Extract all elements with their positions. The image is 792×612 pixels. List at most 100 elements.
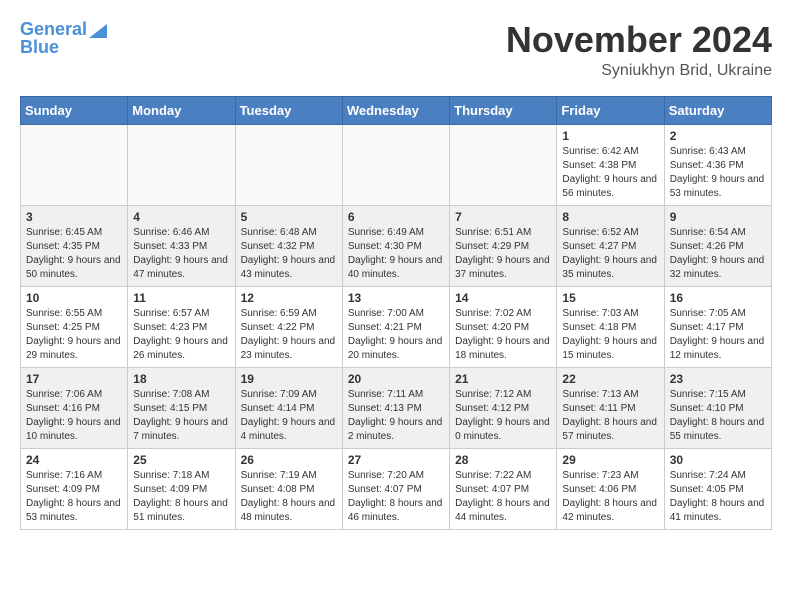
calendar-cell-w4-d1: 18 Sunrise: 7:08 AM Sunset: 4:15 PM Dayli… [128, 367, 235, 448]
day-info: Sunrise: 7:05 AM Sunset: 4:17 PM Dayligh… [670, 307, 766, 363]
calendar-cell-w4-d3: 20Sunrise: 7:11 AM Sunset: 4:13 PM Dayli… [342, 367, 449, 448]
calendar-cell-w2-d3: 6Sunrise: 6:49 AM Sunset: 4:30 PM Daylig… [342, 205, 449, 286]
calendar-cell-w3-d3: 13 Sunrise: 7:00 AM Sunset: 4:21 PM Dayli… [342, 286, 449, 367]
day-number: 24 [26, 453, 122, 467]
day-number: 1 [562, 129, 658, 143]
day-number: 27 [348, 453, 444, 467]
day-info: Sunrise: 7:06 AM Sunset: 4:16 PM Dayligh… [26, 388, 122, 444]
day-number: 29 [562, 453, 658, 467]
week-row-1: 1Sunrise: 6:42 AM Sunset: 4:38 PM Daylig… [21, 124, 772, 205]
calendar-cell-w3-d5: 15 Sunrise: 7:03 AM Sunset: 4:18 PM Dayli… [557, 286, 664, 367]
day-number: 12 [241, 291, 337, 305]
day-number: 15 [562, 291, 658, 305]
day-info: Sunrise: 7:22 AM Sunset: 4:07 PM Dayligh… [455, 469, 551, 525]
logo-icon [89, 20, 107, 38]
calendar-cell-w5-d4: 28 Sunrise: 7:22 AM Sunset: 4:07 PM Dayli… [450, 448, 557, 529]
calendar-cell-w5-d3: 27 Sunrise: 7:20 AM Sunset: 4:07 PM Dayli… [342, 448, 449, 529]
week-row-5: 24Sunrise: 7:16 AM Sunset: 4:09 PM Dayli… [21, 448, 772, 529]
day-info: Sunrise: 6:52 AM Sunset: 4:27 PM Dayligh… [562, 226, 658, 282]
day-number: 16 [670, 291, 766, 305]
col-tuesday: Tuesday [235, 96, 342, 124]
day-number: 3 [26, 210, 122, 224]
day-info: Sunrise: 6:55 AM Sunset: 4:25 PM Dayligh… [26, 307, 122, 363]
calendar-cell-w3-d1: 11 Sunrise: 6:57 AM Sunset: 4:23 PM Dayli… [128, 286, 235, 367]
calendar-header-row: Sunday Monday Tuesday Wednesday Thursday… [21, 96, 772, 124]
day-number: 20 [348, 372, 444, 386]
calendar-cell-w3-d6: 16 Sunrise: 7:05 AM Sunset: 4:17 PM Dayli… [664, 286, 771, 367]
day-number: 17 [26, 372, 122, 386]
day-info: Sunrise: 6:43 AM Sunset: 4:36 PM Dayligh… [670, 145, 766, 201]
col-sunday: Sunday [21, 96, 128, 124]
day-info: Sunrise: 7:02 AM Sunset: 4:20 PM Dayligh… [455, 307, 551, 363]
calendar-cell-w1-d3 [342, 124, 449, 205]
calendar-cell-w4-d2: 19Sunrise: 7:09 AM Sunset: 4:14 PM Dayli… [235, 367, 342, 448]
calendar-cell-w2-d5: 8 Sunrise: 6:52 AM Sunset: 4:27 PM Daylig… [557, 205, 664, 286]
calendar-cell-w1-d0 [21, 124, 128, 205]
day-info: Sunrise: 7:12 AM Sunset: 4:12 PM Dayligh… [455, 388, 551, 444]
calendar-cell-w5-d0: 24Sunrise: 7:16 AM Sunset: 4:09 PM Dayli… [21, 448, 128, 529]
month-year-title: November 2024 [506, 20, 772, 60]
day-number: 23 [670, 372, 766, 386]
day-info: Sunrise: 7:19 AM Sunset: 4:08 PM Dayligh… [241, 469, 337, 525]
calendar-cell-w1-d4 [450, 124, 557, 205]
calendar-cell-w5-d1: 25 Sunrise: 7:18 AM Sunset: 4:09 PM Dayli… [128, 448, 235, 529]
calendar-cell-w4-d0: 17 Sunrise: 7:06 AM Sunset: 4:16 PM Dayli… [21, 367, 128, 448]
day-number: 7 [455, 210, 551, 224]
calendar-cell-w5-d2: 26 Sunrise: 7:19 AM Sunset: 4:08 PM Dayli… [235, 448, 342, 529]
week-row-3: 10 Sunrise: 6:55 AM Sunset: 4:25 PM Dayli… [21, 286, 772, 367]
logo: General Blue [20, 20, 107, 58]
calendar-cell-w2-d4: 7 Sunrise: 6:51 AM Sunset: 4:29 PM Daylig… [450, 205, 557, 286]
day-info: Sunrise: 7:13 AM Sunset: 4:11 PM Dayligh… [562, 388, 658, 444]
day-number: 22 [562, 372, 658, 386]
calendar-cell-w2-d1: 4Sunrise: 6:46 AM Sunset: 4:33 PM Daylig… [128, 205, 235, 286]
col-monday: Monday [128, 96, 235, 124]
day-number: 26 [241, 453, 337, 467]
day-info: Sunrise: 7:20 AM Sunset: 4:07 PM Dayligh… [348, 469, 444, 525]
day-number: 28 [455, 453, 551, 467]
calendar-table: Sunday Monday Tuesday Wednesday Thursday… [20, 96, 772, 530]
day-number: 9 [670, 210, 766, 224]
location-subtitle: Syniukhyn Brid, Ukraine [506, 62, 772, 80]
calendar-cell-w4-d4: 21Sunrise: 7:12 AM Sunset: 4:12 PM Dayli… [450, 367, 557, 448]
calendar-cell-w3-d4: 14Sunrise: 7:02 AM Sunset: 4:20 PM Dayli… [450, 286, 557, 367]
calendar-cell-w2-d0: 3Sunrise: 6:45 AM Sunset: 4:35 PM Daylig… [21, 205, 128, 286]
day-info: Sunrise: 7:08 AM Sunset: 4:15 PM Dayligh… [133, 388, 229, 444]
day-info: Sunrise: 7:15 AM Sunset: 4:10 PM Dayligh… [670, 388, 766, 444]
day-info: Sunrise: 6:59 AM Sunset: 4:22 PM Dayligh… [241, 307, 337, 363]
page: General Blue November 2024 Syniukhyn Bri… [0, 0, 792, 540]
day-number: 13 [348, 291, 444, 305]
day-info: Sunrise: 6:48 AM Sunset: 4:32 PM Dayligh… [241, 226, 337, 282]
calendar-cell-w4-d6: 23 Sunrise: 7:15 AM Sunset: 4:10 PM Dayli… [664, 367, 771, 448]
day-number: 4 [133, 210, 229, 224]
day-number: 5 [241, 210, 337, 224]
day-info: Sunrise: 7:09 AM Sunset: 4:14 PM Dayligh… [241, 388, 337, 444]
calendar-cell-w3-d2: 12 Sunrise: 6:59 AM Sunset: 4:22 PM Dayli… [235, 286, 342, 367]
day-info: Sunrise: 7:00 AM Sunset: 4:21 PM Dayligh… [348, 307, 444, 363]
calendar-cell-w5-d6: 30 Sunrise: 7:24 AM Sunset: 4:05 PM Dayli… [664, 448, 771, 529]
day-info: Sunrise: 7:23 AM Sunset: 4:06 PM Dayligh… [562, 469, 658, 525]
calendar-cell-w1-d5: 1Sunrise: 6:42 AM Sunset: 4:38 PM Daylig… [557, 124, 664, 205]
week-row-2: 3Sunrise: 6:45 AM Sunset: 4:35 PM Daylig… [21, 205, 772, 286]
calendar-cell-w3-d0: 10 Sunrise: 6:55 AM Sunset: 4:25 PM Dayli… [21, 286, 128, 367]
day-number: 10 [26, 291, 122, 305]
col-wednesday: Wednesday [342, 96, 449, 124]
day-number: 25 [133, 453, 229, 467]
col-saturday: Saturday [664, 96, 771, 124]
day-info: Sunrise: 7:18 AM Sunset: 4:09 PM Dayligh… [133, 469, 229, 525]
calendar-cell-w1-d6: 2 Sunrise: 6:43 AM Sunset: 4:36 PM Daylig… [664, 124, 771, 205]
day-info: Sunrise: 7:24 AM Sunset: 4:05 PM Dayligh… [670, 469, 766, 525]
day-number: 18 [133, 372, 229, 386]
logo-blue-text: Blue [20, 38, 59, 58]
day-info: Sunrise: 6:57 AM Sunset: 4:23 PM Dayligh… [133, 307, 229, 363]
header: General Blue November 2024 Syniukhyn Bri… [20, 20, 772, 80]
day-info: Sunrise: 6:51 AM Sunset: 4:29 PM Dayligh… [455, 226, 551, 282]
day-number: 11 [133, 291, 229, 305]
day-number: 6 [348, 210, 444, 224]
calendar-cell-w4-d5: 22 Sunrise: 7:13 AM Sunset: 4:11 PM Dayli… [557, 367, 664, 448]
title-block: November 2024 Syniukhyn Brid, Ukraine [506, 20, 772, 80]
day-number: 30 [670, 453, 766, 467]
calendar-cell-w2-d6: 9Sunrise: 6:54 AM Sunset: 4:26 PM Daylig… [664, 205, 771, 286]
day-info: Sunrise: 7:03 AM Sunset: 4:18 PM Dayligh… [562, 307, 658, 363]
day-number: 2 [670, 129, 766, 143]
day-number: 8 [562, 210, 658, 224]
